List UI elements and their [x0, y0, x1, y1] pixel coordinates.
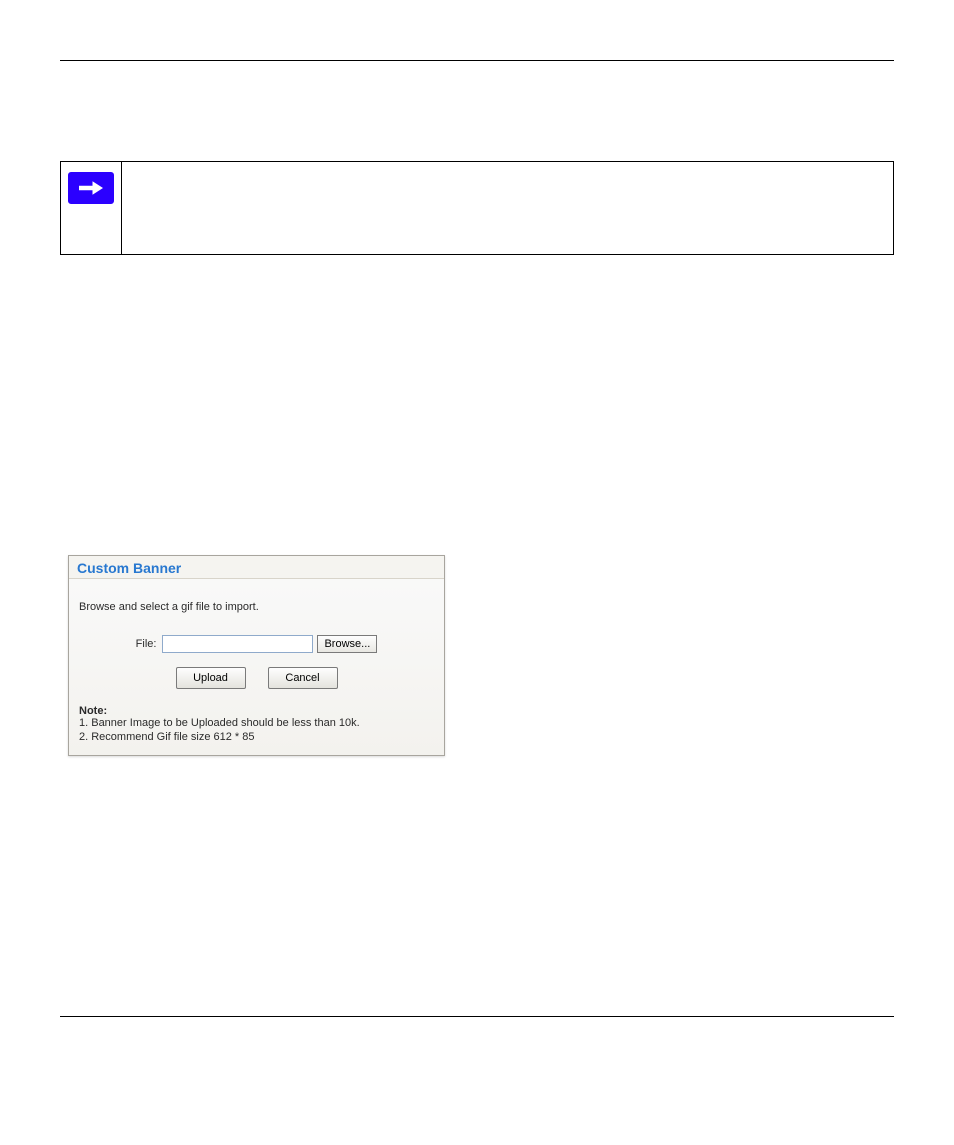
- file-input[interactable]: [162, 635, 313, 653]
- cancel-button[interactable]: Cancel: [268, 667, 338, 689]
- bottom-rule: [60, 1016, 894, 1017]
- note-icon-cell: [61, 162, 122, 254]
- top-rule: [60, 60, 894, 61]
- file-label: File:: [136, 638, 157, 650]
- upload-button[interactable]: Upload: [176, 667, 246, 689]
- button-row: Upload Cancel: [79, 667, 434, 689]
- dialog-note-heading: Note:: [79, 705, 434, 717]
- dialog-note-line-1: 1. Banner Image to be Uploaded should be…: [79, 717, 434, 731]
- page: Custom Banner Browse and select a gif fi…: [0, 0, 954, 1117]
- note-callout-box: [60, 161, 894, 255]
- file-row: File: Browse...: [79, 635, 434, 653]
- dialog-instruction: Browse and select a gif file to import.: [79, 601, 434, 613]
- browse-button[interactable]: Browse...: [317, 635, 377, 653]
- dialog-body: Browse and select a gif file to import. …: [69, 579, 444, 755]
- arrow-right-icon: [68, 172, 114, 204]
- dialog-title: Custom Banner: [69, 556, 444, 579]
- dialog-note-line-2: 2. Recommend Gif file size 612 * 85: [79, 731, 434, 745]
- note-content: [122, 162, 893, 254]
- custom-banner-dialog: Custom Banner Browse and select a gif fi…: [68, 555, 445, 756]
